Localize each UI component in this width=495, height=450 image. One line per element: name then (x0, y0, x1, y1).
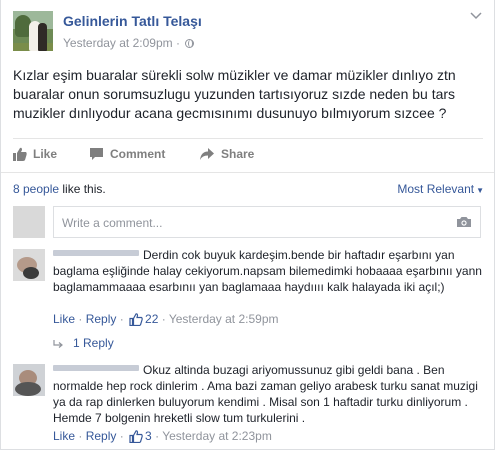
comment-item: Okuz altinda buzagi ariyomussunuz gibi g… (13, 362, 483, 450)
avatar-groom (38, 23, 47, 51)
camera-icon[interactable] (456, 216, 472, 228)
comment-author[interactable] (53, 250, 139, 256)
commenter-avatar[interactable] (13, 249, 45, 281)
meta-separator: · (175, 36, 180, 50)
comment-time[interactable]: Yesterday at 2:59pm (169, 312, 279, 326)
post-header: Gelinlerin Tatlı Telaşı Yesterday at 2:0… (13, 11, 483, 55)
comment-meta: Like · Reply · 3 · Yesterday at 2:23pm (53, 429, 272, 446)
reply-arrow-icon (53, 337, 63, 348)
comment-button[interactable]: Comment (89, 146, 165, 162)
sort-dropdown[interactable]: Most Relevant ▼ (397, 182, 484, 196)
comment-reply-link[interactable]: Reply (86, 429, 117, 443)
comment-placeholder: Write a comment... (62, 216, 163, 230)
globe-icon[interactable] (185, 39, 195, 48)
like-button[interactable]: Like (13, 146, 57, 162)
comment-label: Comment (110, 147, 166, 161)
thumbs-up-icon (13, 147, 27, 165)
chevron-down-icon[interactable] (469, 11, 483, 25)
comment-item: Derdin cok buyuk kardeşim.bende bir haft… (13, 247, 483, 347)
post-meta: Yesterday at 2:09pm · (63, 36, 195, 50)
thumbs-up-icon (129, 313, 143, 329)
avatar-shoulders (15, 382, 41, 396)
comment-input[interactable]: Write a comment... (53, 206, 481, 238)
share-button[interactable]: Share (199, 146, 254, 162)
post-card: Gelinlerin Tatlı Telaşı Yesterday at 2:0… (0, 0, 495, 450)
likes-bar: 8 people like this. Most Relevant ▼ (1, 172, 494, 202)
post-text: Kızlar eşim buaralar sürekli solw müzikl… (13, 67, 456, 121)
comment-text: Okuz altinda buzagi ariyomussunuz gibi g… (53, 363, 478, 425)
avatar-hair (23, 267, 39, 279)
commenter-avatar[interactable] (13, 364, 45, 396)
comment-reply-link[interactable]: Reply (86, 312, 117, 326)
comment-time[interactable]: Yesterday at 2:23pm (162, 429, 272, 443)
page-avatar[interactable] (13, 11, 53, 51)
comment-author[interactable] (53, 365, 139, 371)
comment-body: Derdin cok buyuk kardeşim.bende bir haft… (53, 247, 483, 295)
comment-like-count[interactable]: 3 (145, 429, 152, 443)
speech-bubble-icon (89, 147, 104, 165)
comment-like-link[interactable]: Like (53, 429, 75, 443)
comment-meta: Like · Reply · 22 · Yesterday at 2:59pm (53, 312, 279, 329)
likes-summary[interactable]: 8 people like this. (13, 182, 106, 196)
caret-down-icon: ▼ (476, 186, 484, 195)
my-avatar (13, 206, 45, 238)
likes-suffix: like this. (59, 182, 106, 196)
sort-label: Most Relevant (397, 182, 475, 196)
thumbs-up-icon (129, 430, 143, 446)
post-actions: Like Comment Share (13, 138, 483, 168)
replies-count: 1 Reply (73, 336, 114, 350)
comment-like-link[interactable]: Like (53, 312, 75, 326)
like-label: Like (33, 147, 58, 161)
view-replies-link[interactable]: 1 Reply (53, 336, 114, 350)
page-name[interactable]: Gelinlerin Tatlı Telaşı (63, 13, 202, 29)
comment-like-count[interactable]: 22 (145, 312, 158, 326)
comment-compose: Write a comment... (1, 202, 494, 242)
comment-body: Okuz altinda buzagi ariyomussunuz gibi g… (53, 362, 483, 426)
likes-count[interactable]: 8 people (13, 182, 59, 196)
share-arrow-icon (199, 147, 215, 165)
share-label: Share (221, 147, 255, 161)
post-timestamp[interactable]: Yesterday at 2:09pm (63, 36, 173, 50)
